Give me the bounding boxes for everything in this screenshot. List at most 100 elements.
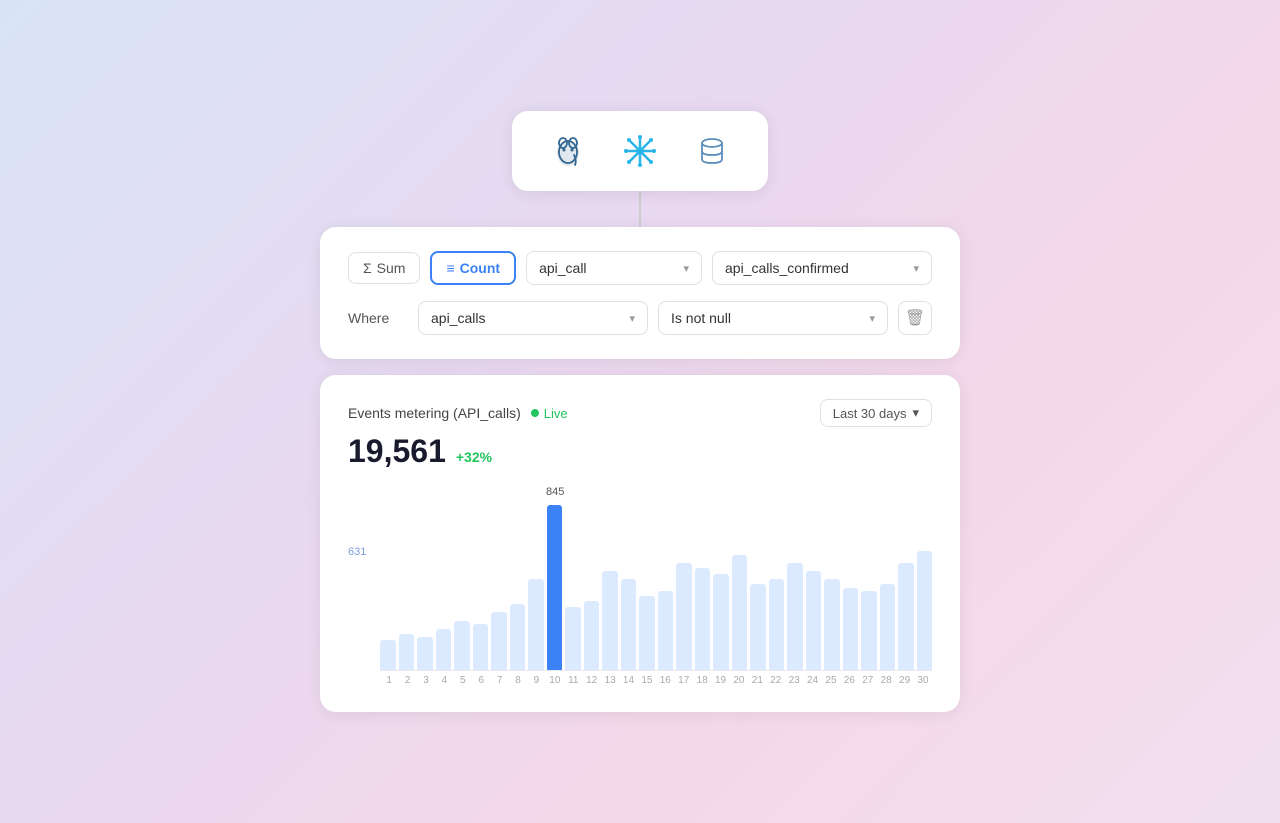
metric-change: +32% — [456, 449, 492, 465]
sum-button[interactable]: Σ Sum — [348, 252, 420, 284]
highlight-value-label: 845 — [546, 486, 564, 498]
where-label: Where — [348, 310, 408, 326]
field-select[interactable]: api_call ▾ — [526, 251, 702, 285]
delete-where-button[interactable]: 🗑 — [898, 301, 932, 335]
field-value: api_call — [539, 260, 586, 276]
sum-label: Sum — [377, 260, 406, 276]
bar-7[interactable] — [491, 612, 507, 670]
chart-title: Events metering (API_calls) — [348, 405, 521, 421]
x-tick-14: 14 — [619, 675, 637, 686]
where-field-select[interactable]: api_calls ▾ — [418, 301, 648, 335]
bar-1[interactable] — [380, 640, 396, 670]
where-row: Where api_calls ▾ Is not null ▾ 🗑 — [348, 301, 932, 335]
where-condition-select[interactable]: Is not null ▾ — [658, 301, 888, 335]
bar-27[interactable] — [861, 591, 877, 670]
count-icon: ≡ — [446, 260, 454, 276]
postgresql-icon — [544, 127, 592, 175]
database-icon — [688, 127, 736, 175]
trash-icon: 🗑 — [905, 308, 925, 328]
bar-6[interactable] — [473, 624, 489, 670]
bar-8[interactable] — [510, 604, 526, 670]
main-container: Σ Sum ≡ Count api_call ▾ api_calls_confi… — [320, 111, 960, 712]
x-tick-5: 5 — [454, 675, 472, 686]
x-tick-17: 17 — [675, 675, 693, 686]
x-tick-22: 22 — [767, 675, 785, 686]
bar-22[interactable] — [769, 579, 785, 670]
chart-title-group: Events metering (API_calls) Live — [348, 405, 568, 421]
x-tick-29: 29 — [895, 675, 913, 686]
bar-16[interactable] — [658, 591, 674, 670]
x-tick-19: 19 — [711, 675, 729, 686]
x-tick-16: 16 — [656, 675, 674, 686]
bar-18[interactable] — [695, 568, 711, 670]
bar-chart: 631 123456789101112131415161718192021222… — [348, 486, 932, 696]
bar-30[interactable] — [917, 551, 933, 670]
x-tick-2: 2 — [398, 675, 416, 686]
bar-12[interactable] — [584, 601, 600, 670]
bar-17[interactable] — [676, 563, 692, 670]
x-tick-15: 15 — [638, 675, 656, 686]
live-label: Live — [544, 406, 568, 421]
where-field-chevron-icon: ▾ — [629, 312, 635, 325]
metric-row: 19,561 +32% — [348, 433, 932, 470]
x-tick-28: 28 — [877, 675, 895, 686]
metric-chevron-icon: ▾ — [913, 262, 919, 275]
x-tick-8: 8 — [509, 675, 527, 686]
bar-24[interactable] — [806, 571, 822, 670]
connector-line — [639, 191, 641, 227]
bar-5[interactable] — [454, 621, 470, 671]
x-tick-30: 30 — [914, 675, 932, 686]
x-tick-21: 21 — [748, 675, 766, 686]
bar-3[interactable] — [417, 637, 433, 670]
x-tick-25: 25 — [822, 675, 840, 686]
bar-11[interactable] — [565, 607, 581, 670]
sum-icon: Σ — [363, 260, 372, 276]
where-field-value: api_calls — [431, 310, 485, 326]
x-tick-7: 7 — [490, 675, 508, 686]
x-tick-10: 10 — [546, 675, 564, 686]
x-tick-18: 18 — [693, 675, 711, 686]
count-label: Count — [460, 260, 500, 276]
count-button[interactable]: ≡ Count — [430, 251, 516, 285]
bar-14[interactable] — [621, 579, 637, 670]
bar-2[interactable] — [399, 634, 415, 670]
x-tick-20: 20 — [730, 675, 748, 686]
x-tick-26: 26 — [840, 675, 858, 686]
bar-23[interactable] — [787, 563, 803, 670]
date-range-label: Last 30 days — [833, 406, 907, 421]
field-chevron-icon: ▾ — [683, 262, 689, 275]
x-tick-23: 23 — [785, 675, 803, 686]
bar-19[interactable] — [713, 574, 729, 670]
where-condition-chevron-icon: ▾ — [869, 312, 875, 325]
bar-13[interactable] — [602, 571, 618, 670]
metric-value: 19,561 — [348, 433, 446, 470]
y-axis-label: 631 — [348, 546, 366, 558]
date-range-button[interactable]: Last 30 days ▾ — [820, 399, 932, 427]
live-badge: Live — [531, 406, 568, 421]
x-tick-12: 12 — [582, 675, 600, 686]
live-dot — [531, 409, 539, 417]
bar-25[interactable] — [824, 579, 840, 670]
where-condition-value: Is not null — [671, 310, 731, 326]
bar-28[interactable] — [880, 584, 896, 670]
icons-card — [512, 111, 768, 191]
x-tick-9: 9 — [527, 675, 545, 686]
x-axis: 1234567891011121314151617181920212223242… — [380, 675, 932, 686]
chart-card: Events metering (API_calls) Live Last 30… — [320, 375, 960, 712]
filter-card: Σ Sum ≡ Count api_call ▾ api_calls_confi… — [320, 227, 960, 359]
x-tick-1: 1 — [380, 675, 398, 686]
bar-29[interactable] — [898, 563, 914, 670]
chart-header: Events metering (API_calls) Live Last 30… — [348, 399, 932, 427]
aggregation-row: Σ Sum ≡ Count api_call ▾ api_calls_confi… — [348, 251, 932, 285]
bar-26[interactable] — [843, 588, 859, 671]
metric-select[interactable]: api_calls_confirmed ▾ — [712, 251, 932, 285]
bar-20[interactable] — [732, 555, 748, 671]
bar-9[interactable] — [528, 579, 544, 670]
bar-4[interactable] — [436, 629, 452, 670]
bar-21[interactable] — [750, 584, 766, 670]
x-tick-13: 13 — [601, 675, 619, 686]
x-tick-11: 11 — [564, 675, 582, 686]
bar-15[interactable] — [639, 596, 655, 670]
bar-10[interactable] — [547, 505, 563, 670]
x-tick-3: 3 — [417, 675, 435, 686]
